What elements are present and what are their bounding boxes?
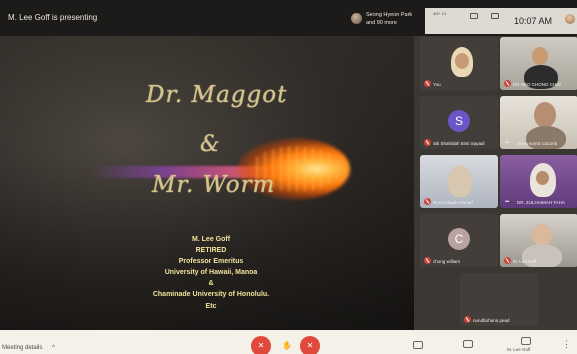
- participant-tile[interactable]: Nurul Atiqah Ahmad: [420, 155, 498, 208]
- participant-avatar: S: [448, 110, 470, 132]
- slide-credit-line: &: [208, 280, 214, 287]
- slide-credit-line: M. Lee Goff: [191, 236, 231, 243]
- participant-face: [534, 102, 556, 128]
- slide-credit-line: Chaminade University of Honolulu.: [152, 291, 270, 298]
- participant-more-count[interactable]: and 90 more: [366, 20, 397, 26]
- participant-tile[interactable]: DR HEO CHONG CHIN: [500, 37, 577, 90]
- meeting-details-button[interactable]: Meeting details: [2, 345, 42, 351]
- participant-tile-you[interactable]: You: [420, 37, 498, 90]
- mic-off-icon: [464, 316, 471, 323]
- participant-name: nurulfarhana pead: [473, 318, 510, 323]
- participant-avatar: C: [448, 228, 470, 250]
- participant-video: [448, 165, 472, 197]
- present-icon[interactable]: [521, 337, 531, 345]
- slide-credit-line: Etc: [205, 303, 217, 310]
- slide-title-ampersand: &: [200, 132, 221, 157]
- participant-tile[interactable]: S Siti Shahidah Binti Sayadi: [420, 96, 498, 149]
- participant-tile[interactable]: C chong william: [420, 214, 498, 267]
- mic-off-icon: [424, 257, 431, 264]
- participant-name: M. Lee Goff: [513, 259, 537, 264]
- hand-icon: ✋: [282, 341, 292, 350]
- clock: 10:07 AM: [514, 16, 553, 26]
- mic-off-icon: [424, 139, 431, 146]
- participant-name: chong william: [433, 259, 461, 264]
- presenter-name: Seong Hyeon Park: [366, 12, 413, 18]
- raise-hand-button[interactable]: ✋: [281, 336, 293, 354]
- mic-off-icon: ✕: [257, 341, 265, 350]
- signal-indicator: 4G+ 21: [433, 11, 447, 16]
- participant-name: Nurul Atiqah Ahmad: [433, 200, 473, 205]
- slide-title-line-1: Dr. Maggot: [146, 82, 288, 108]
- participant-name: You: [433, 82, 441, 87]
- slide-credit-line: RETIRED: [195, 247, 227, 254]
- camera-off-icon: ✕: [306, 341, 314, 350]
- chevron-up-icon[interactable]: ^: [52, 345, 55, 351]
- meet-window: M. Lee Goff is presenting Seong Hyeon Pa…: [0, 0, 577, 354]
- slide-credit-line: Professor Emeritus: [178, 258, 244, 265]
- speaker-icon: [470, 13, 478, 19]
- mic-off-icon: [504, 257, 511, 264]
- present-label: M. Lee Goff: [507, 347, 531, 352]
- slide-credit-line: University of Hawaii, Manoa: [164, 269, 258, 276]
- mic-off-icon: [424, 80, 431, 87]
- chat-icon[interactable]: [463, 340, 473, 348]
- mic-off-icon: [504, 80, 511, 87]
- presenting-label: M. Lee Goff is presenting: [8, 13, 98, 22]
- participant-face: [532, 224, 552, 246]
- network-icon: [491, 13, 499, 19]
- participant-tile[interactable]: ••• Tania Ivorra Cazorla: [500, 96, 577, 149]
- camera-toggle-button[interactable]: ✕: [300, 336, 320, 354]
- people-icon[interactable]: [413, 341, 423, 349]
- more-vert-icon[interactable]: ⋮: [562, 339, 571, 350]
- participant-face: [536, 171, 549, 185]
- self-avatar[interactable]: [565, 14, 575, 24]
- participant-name: Siti Shahidah Binti Sayadi: [433, 141, 485, 146]
- participant-name: DR. ZULHAIMAH TAHA: [517, 200, 565, 205]
- mic-toggle-button[interactable]: ✕: [251, 336, 271, 354]
- slide-title-line-2: Mr. Worm: [152, 172, 276, 198]
- mic-off-icon: [424, 198, 431, 205]
- device-status-bar: [425, 8, 577, 34]
- more-options-icon[interactable]: •••: [505, 140, 509, 146]
- participant-name: DR HEO CHONG CHIN: [513, 82, 561, 87]
- participant-tile[interactable]: nurulfarhana pead: [460, 273, 538, 326]
- participant-name: Tania Ivorra Cazorla: [517, 141, 558, 146]
- participant-tile[interactable]: ••• DR. ZULHAIMAH TAHA: [500, 155, 577, 208]
- participant-tile[interactable]: M. Lee Goff: [500, 214, 577, 267]
- participant-face: [532, 47, 548, 65]
- participant-face: [455, 53, 469, 69]
- more-options-icon[interactable]: •••: [505, 199, 509, 205]
- presenter-avatar: [351, 13, 362, 24]
